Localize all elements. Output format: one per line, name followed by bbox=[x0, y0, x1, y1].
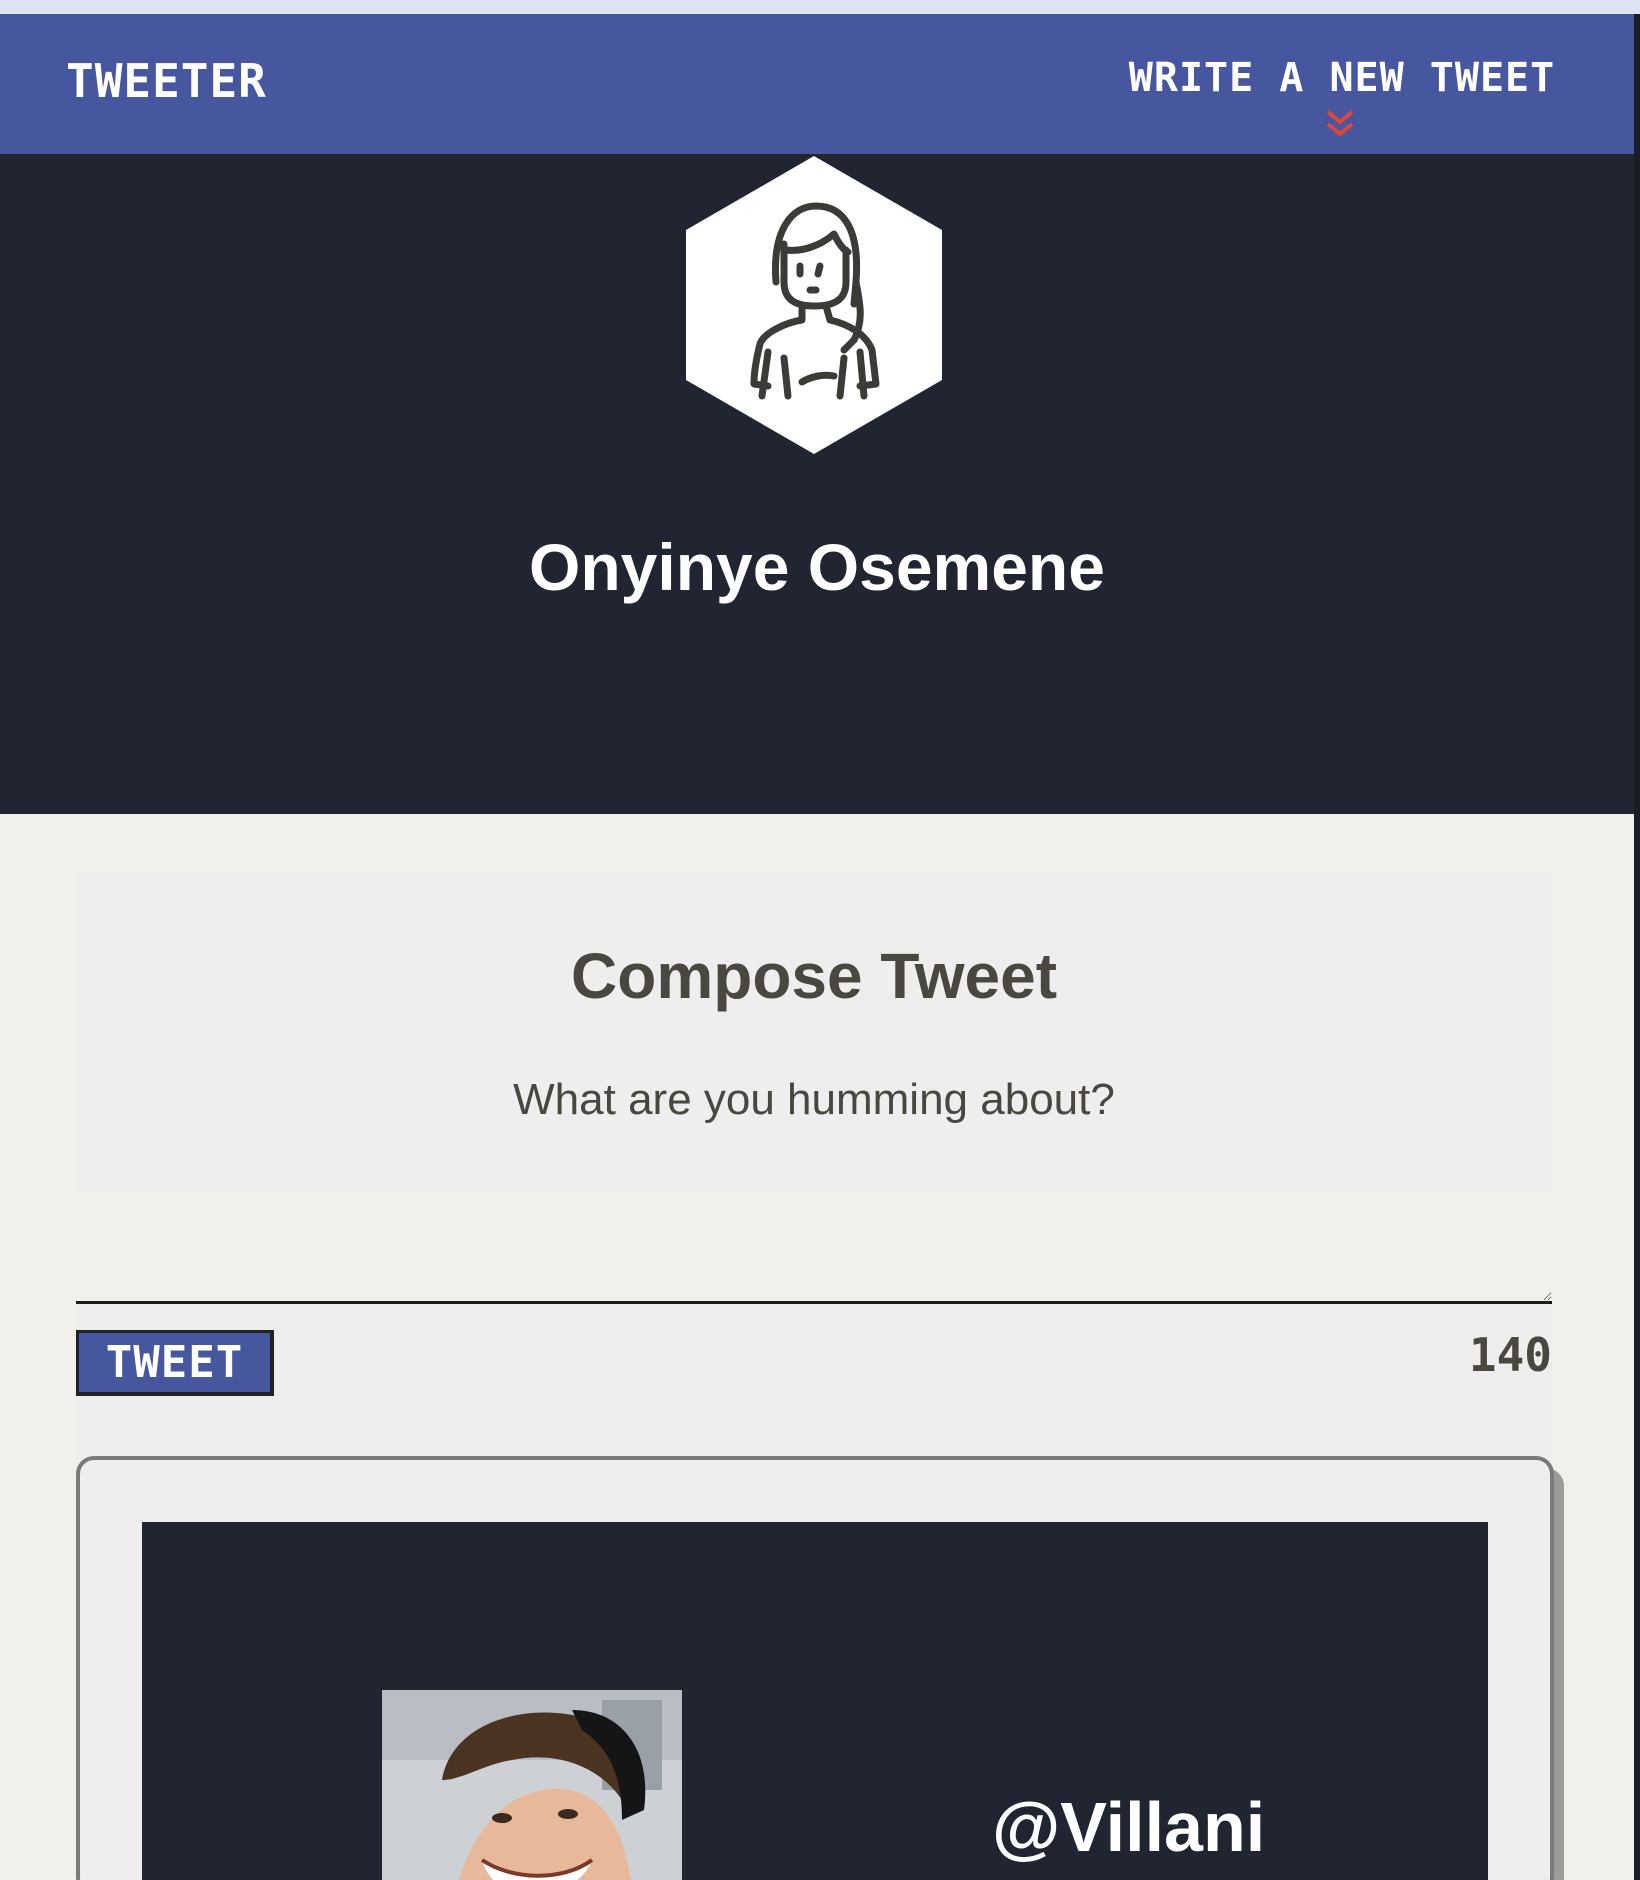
window-edge bbox=[1634, 14, 1640, 1880]
browser-top-strip bbox=[0, 0, 1640, 14]
profile-name: Onyinye Osemene bbox=[529, 530, 1105, 604]
write-new-tweet-label: WRITE A NEW TWEET bbox=[1128, 55, 1556, 101]
tweet-submit-button[interactable]: TWEET bbox=[76, 1330, 274, 1396]
navbar: TWEETER WRITE A NEW TWEET bbox=[0, 14, 1634, 154]
compose-title: Compose Tweet bbox=[571, 940, 1057, 1012]
tweet-user-handle: @Villani bbox=[992, 1788, 1266, 1866]
tweet-textarea[interactable] bbox=[76, 1194, 1552, 1304]
woman-avatar-icon bbox=[686, 156, 942, 454]
double-chevron-down-icon bbox=[1326, 110, 1354, 137]
compose-prompt: What are you humming about? bbox=[513, 1075, 1115, 1124]
brand-logo[interactable]: TWEETER bbox=[66, 58, 267, 104]
tweet-card: @Villani bbox=[76, 1456, 1554, 1880]
profile-header: Onyinye Osemene bbox=[0, 154, 1634, 814]
write-new-tweet-toggle[interactable]: WRITE A NEW TWEET bbox=[1122, 58, 1562, 148]
tweet-header: @Villani bbox=[142, 1522, 1488, 1880]
user-avatar bbox=[382, 1690, 682, 1880]
character-counter: 140 bbox=[1468, 1328, 1552, 1382]
